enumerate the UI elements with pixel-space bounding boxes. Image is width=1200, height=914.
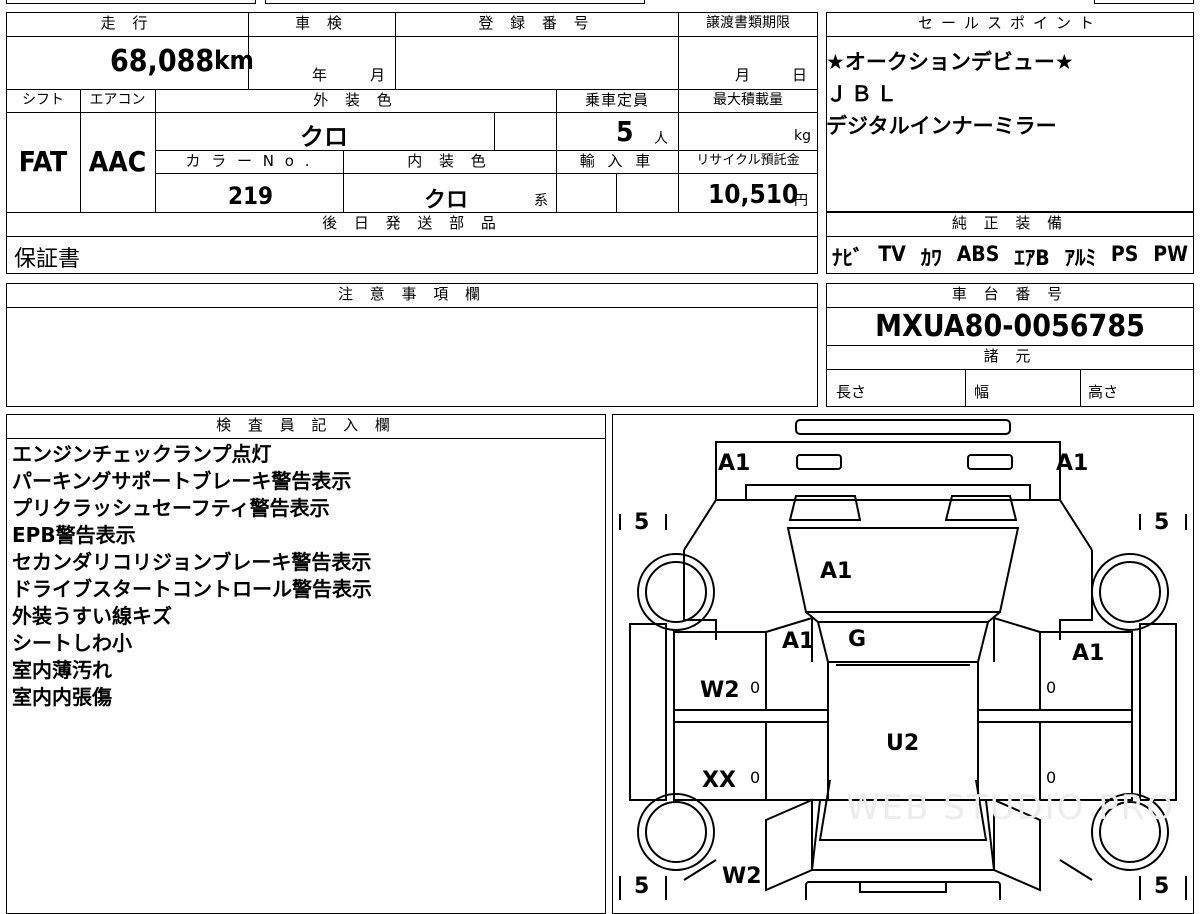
right-front-door-damage: A1 xyxy=(1072,641,1105,666)
inspector-note: シートしわ小 xyxy=(12,631,132,655)
later-parts-header: 後 日 発 送 部 品 xyxy=(322,214,502,232)
top-strip-left xyxy=(6,0,256,4)
pillar-damage: A1 xyxy=(782,629,815,654)
deadline-day-label: 日 xyxy=(792,66,808,84)
spec-width-label: 幅 xyxy=(974,383,990,401)
left-quarter-damage: W2 xyxy=(722,864,762,889)
watermark: WEB STUDIO PRO xyxy=(846,788,1176,828)
import-header: 輸 入 車 xyxy=(579,152,655,170)
registration-header: 登 録 番 号 xyxy=(478,14,595,32)
capacity-unit: 人 xyxy=(654,131,668,147)
inspector-notes: エンジンチェックランプ点灯 パーキングサポートブレーキ警告表示 プリクラッシュセ… xyxy=(12,441,372,711)
spec-height-label: 高さ xyxy=(1088,383,1119,401)
ext-color-value: クロ xyxy=(300,123,348,151)
tread-mark: 0 xyxy=(750,768,761,787)
inspector-note: 外装うすい線キズ xyxy=(12,604,172,628)
windshield-damage: G xyxy=(848,627,867,652)
inspection-year-label: 年 xyxy=(312,66,328,84)
later-parts-value: 保証書 xyxy=(14,247,81,272)
inspector-note: プリクラッシュセーフティ警告表示 xyxy=(12,496,330,520)
equip-leather: ｶﾜ xyxy=(920,246,942,270)
chassis-header: 車 台 番 号 xyxy=(951,285,1069,303)
capacity-value: 5 xyxy=(616,115,634,148)
mileage-value: 68,088 xyxy=(110,44,215,79)
tire-depth-front-left: 5 xyxy=(634,510,650,535)
top-strip-mid xyxy=(265,0,645,4)
capacity-header: 乗車定員 xyxy=(584,91,649,109)
ac-header: エアコン xyxy=(89,92,146,108)
tread-mark: 0 xyxy=(750,678,761,697)
tread-mark: 0 xyxy=(1046,678,1057,697)
tread-mark: 0 xyxy=(1046,768,1057,787)
inspector-header: 検 査 員 記 入 欄 xyxy=(216,416,396,434)
inspector-note: エンジンチェックランプ点灯 xyxy=(12,442,272,466)
specs-header: 諸 元 xyxy=(983,347,1037,365)
hood-damage: A1 xyxy=(820,559,853,584)
int-color-header: 内 装 色 xyxy=(407,152,492,170)
sales-point-header: セールスポイント xyxy=(917,14,1102,32)
inspection-header: 車 検 xyxy=(295,14,348,32)
roof-damage: U2 xyxy=(886,731,920,756)
chassis-number: MXUA80-0056785 xyxy=(875,309,1145,344)
left-front-door-damage: W2 xyxy=(700,678,740,703)
sales-point-line: デジタルインナーミラー xyxy=(826,114,1057,138)
equip-airbag: ｴｱB xyxy=(1014,246,1050,270)
inspector-note: セカンダリコリジョンブレーキ警告表示 xyxy=(12,550,372,574)
sales-point-line: ★オークションデビュー★ xyxy=(826,50,1074,74)
equip-pw: PW xyxy=(1153,242,1188,266)
tire-depth-rear-left: 5 xyxy=(634,874,650,899)
recycle-unit: 円 xyxy=(794,193,808,209)
equipment-header: 純 正 装 備 xyxy=(951,214,1069,232)
inspector-note: 室内内張傷 xyxy=(12,685,112,709)
spec-length-label: 長さ xyxy=(836,383,867,401)
equip-tv: TV xyxy=(878,242,906,266)
inspector-note: ドライブスタートコントロール警告表示 xyxy=(12,577,372,601)
inspector-note: EPB警告表示 xyxy=(12,523,136,547)
int-color-suffix: 系 xyxy=(534,193,548,209)
shift-header: シフト xyxy=(22,92,64,108)
inspection-month-label: 月 xyxy=(370,66,386,84)
ext-color-header: 外 装 色 xyxy=(313,91,398,109)
recycle-header: リサイクル預託金 xyxy=(696,153,800,168)
equip-abs: ABS xyxy=(956,242,1000,266)
color-no-header: カ ラ ー N o . xyxy=(185,152,313,170)
max-load-unit: kg xyxy=(794,128,811,144)
front-left-damage: A1 xyxy=(718,451,751,476)
left-rear-door-damage: XX xyxy=(702,768,736,793)
shift-value: FAT xyxy=(18,145,68,178)
int-color-value: クロ xyxy=(424,188,469,213)
equipment-list: ﾅﾋﾞ TV ｶﾜ ABS ｴｱB ｱﾙﾐ PS PW xyxy=(832,242,1188,272)
ac-value: AAC xyxy=(88,145,147,178)
deadline-header: 譲渡書類期限 xyxy=(706,15,790,31)
equip-ps: PS xyxy=(1110,242,1139,266)
mileage-unit: km xyxy=(214,46,254,76)
tire-depth-front-right: 5 xyxy=(1154,510,1170,535)
recycle-value: 10,510 xyxy=(708,180,799,210)
equip-navi: ﾅﾋﾞ xyxy=(832,246,864,270)
equip-alloy: ｱﾙﾐ xyxy=(1064,246,1097,270)
tire-depth-rear-right: 5 xyxy=(1154,874,1170,899)
inspector-note: パーキングサポートブレーキ警告表示 xyxy=(12,469,352,493)
mileage-header: 走 行 xyxy=(100,14,154,32)
sales-point-line: ＪＢＬ xyxy=(826,82,901,106)
top-strip-right xyxy=(1094,0,1194,4)
notes-header: 注 意 事 項 欄 xyxy=(337,285,487,303)
deadline-month-label: 月 xyxy=(735,66,751,84)
max-load-header: 最大積載量 xyxy=(713,92,783,108)
front-right-damage: A1 xyxy=(1056,451,1089,476)
sales-point-lines: ★オークションデビュー★ ＪＢＬ デジタルインナーミラー xyxy=(826,46,1074,142)
inspector-note: 室内薄汚れ xyxy=(12,658,112,682)
color-no-value: 219 xyxy=(228,182,274,210)
